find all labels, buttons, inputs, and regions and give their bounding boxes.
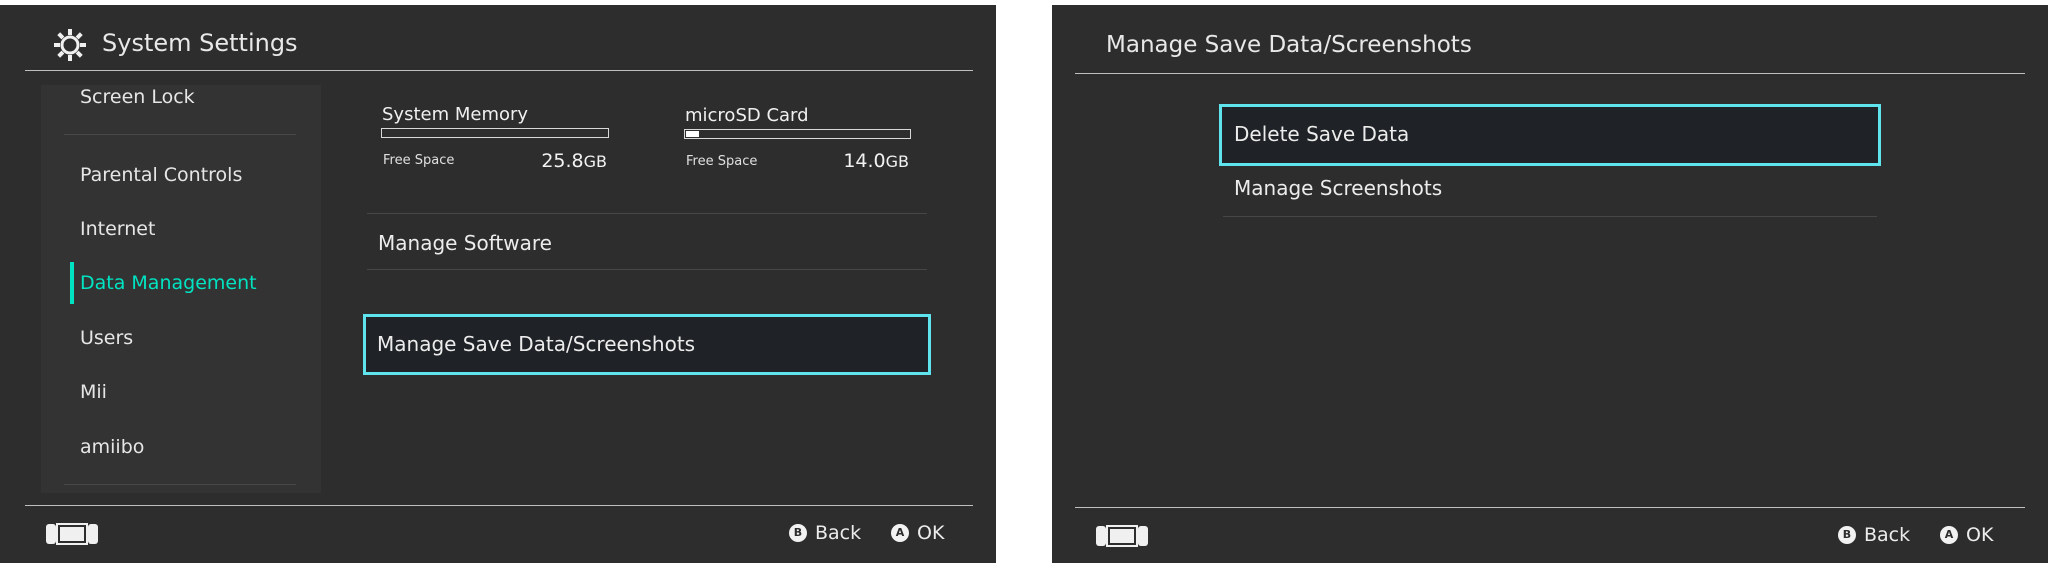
delete-save-data-label: Delete Save Data: [1234, 121, 1409, 147]
system-memory-label: System Memory: [382, 104, 528, 126]
sidebar-item-mii[interactable]: Mii: [80, 380, 107, 404]
menu-divider: [1223, 216, 1877, 217]
manage-screenshots-item[interactable]: Manage Screenshots: [1234, 175, 1442, 201]
sidebar-divider: [64, 134, 296, 135]
manage-save-data-item[interactable]: Manage Save Data/Screenshots: [363, 314, 931, 375]
ok-label: OK: [1966, 523, 1993, 547]
page-title: System Settings: [102, 28, 298, 58]
a-button-icon: A: [1940, 526, 1958, 544]
ok-button[interactable]: A OK: [891, 521, 944, 545]
sidebar-divider: [64, 484, 296, 485]
header-divider: [1075, 73, 2025, 74]
sidebar-item-data-management[interactable]: Data Management: [80, 271, 257, 295]
back-button[interactable]: B Back: [1838, 523, 1910, 547]
microsd-free-label: Free Space: [686, 154, 757, 170]
back-label: Back: [815, 521, 861, 545]
microsd-bar: [684, 129, 911, 139]
microsd-used-fill: [686, 131, 699, 137]
sidebar-item-amiibo[interactable]: amiibo: [80, 435, 144, 459]
manage-save-data-screen: Manage Save Data/Screenshots Delete Save…: [1052, 5, 2048, 563]
back-button[interactable]: B Back: [789, 521, 861, 545]
back-label: Back: [1864, 523, 1910, 547]
microsd-label: microSD Card: [685, 105, 809, 127]
sidebar-item-parental-controls[interactable]: Parental Controls: [80, 163, 242, 187]
system-memory-free-value: 25.8GB: [520, 150, 607, 173]
delete-save-data-item[interactable]: Delete Save Data: [1219, 104, 1881, 166]
system-settings-screen: System Settings Screen Lock Parental Con…: [0, 5, 996, 563]
manage-software-item[interactable]: Manage Software: [378, 230, 552, 256]
a-button-icon: A: [891, 524, 909, 542]
sidebar-item-screen-lock[interactable]: Screen Lock: [80, 85, 195, 109]
system-memory-free-label: Free Space: [383, 153, 454, 169]
manage-save-data-label: Manage Save Data/Screenshots: [377, 331, 695, 357]
page-title: Manage Save Data/Screenshots: [1106, 30, 1472, 60]
footer-divider: [1075, 507, 2025, 508]
active-item-marker: [70, 262, 74, 304]
b-button-icon: B: [1838, 526, 1856, 544]
header-divider: [25, 70, 973, 71]
microsd-free-value: 14.0GB: [822, 150, 909, 173]
footer-divider: [25, 505, 973, 506]
menu-divider: [367, 269, 927, 270]
sidebar-item-internet[interactable]: Internet: [80, 217, 155, 241]
ok-label: OK: [917, 521, 944, 545]
system-memory-bar: [381, 128, 609, 138]
ok-button[interactable]: A OK: [1940, 523, 1993, 547]
menu-divider: [367, 213, 927, 214]
b-button-icon: B: [789, 524, 807, 542]
gear-icon: [52, 27, 88, 63]
sidebar-item-users[interactable]: Users: [80, 326, 133, 350]
switch-console-icon: [1095, 524, 1149, 548]
switch-console-icon: [45, 522, 99, 546]
